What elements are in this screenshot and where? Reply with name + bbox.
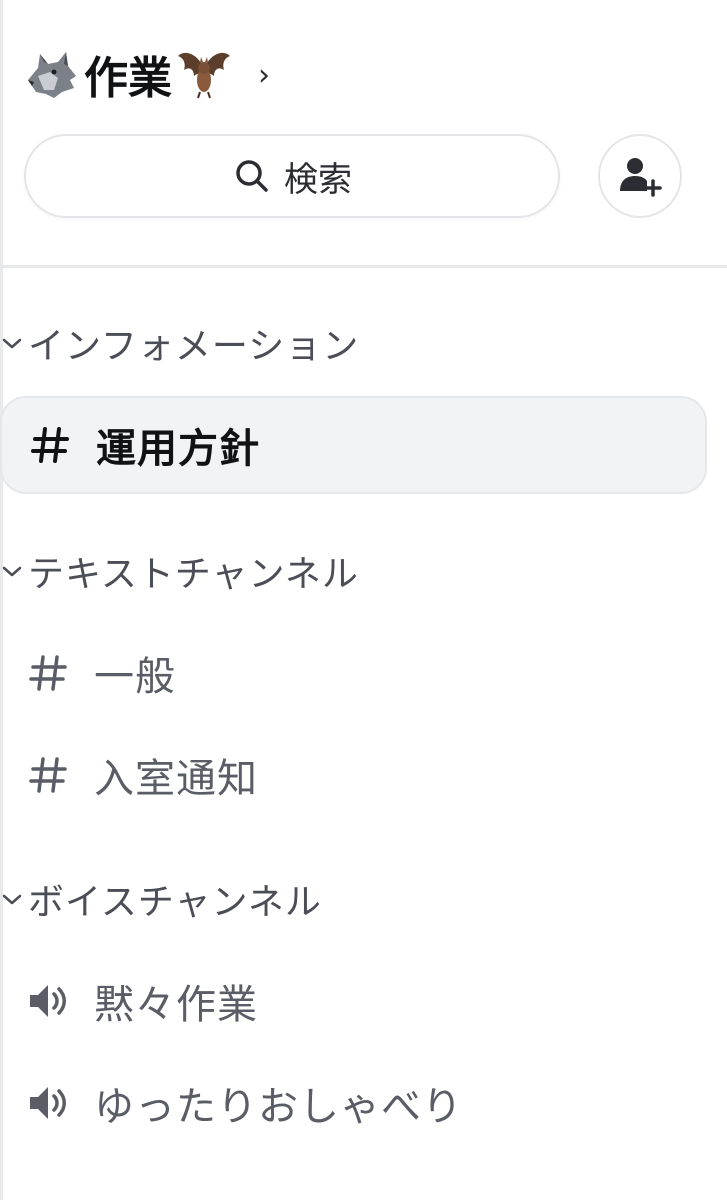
channel-label: 黙々作業 bbox=[94, 982, 258, 1028]
search-icon bbox=[236, 160, 268, 192]
invite-members-button[interactable] bbox=[598, 134, 682, 218]
header-divider bbox=[0, 265, 727, 268]
bat-emoji-icon bbox=[178, 52, 230, 99]
hash-icon bbox=[24, 751, 72, 799]
chevron-down-icon bbox=[2, 338, 22, 349]
channel-unyou-houshin[interactable]: 運用方針 bbox=[0, 396, 707, 494]
channel-yuttari-oshaberi[interactable]: ゆったりおしゃべり bbox=[0, 1054, 707, 1152]
search-row: 検索 bbox=[24, 134, 682, 218]
hash-icon bbox=[26, 421, 74, 469]
chevron-down-icon bbox=[2, 894, 22, 905]
server-title: 作業 bbox=[84, 53, 172, 104]
search-button[interactable]: 検索 bbox=[24, 134, 560, 218]
server-name[interactable]: 作業 bbox=[24, 42, 232, 106]
server-chevron-icon[interactable]: › bbox=[258, 61, 270, 91]
category-information[interactable]: インフォメーション bbox=[0, 318, 359, 368]
category-label: インフォメーション bbox=[28, 326, 360, 367]
category-label: ボイスチャンネル bbox=[28, 882, 322, 923]
hash-icon bbox=[24, 649, 72, 697]
channel-label: 入室通知 bbox=[94, 756, 258, 802]
channel-label: 運用方針 bbox=[96, 426, 260, 472]
category-label: テキストチャンネル bbox=[28, 554, 359, 595]
wolf-emoji-icon bbox=[28, 52, 76, 98]
channel-mokumoku-sagyou[interactable]: 黙々作業 bbox=[0, 952, 707, 1050]
add-member-icon bbox=[620, 158, 662, 197]
channel-nyuushitsu-tsuuchi[interactable]: 入室通知 bbox=[0, 726, 707, 824]
channel-ippan[interactable]: 一般 bbox=[0, 624, 707, 722]
chevron-down-icon bbox=[2, 566, 22, 577]
server-header[interactable]: 作業 › bbox=[24, 42, 270, 106]
speaker-icon bbox=[24, 977, 72, 1025]
category-voice-channels[interactable]: ボイスチャンネル bbox=[0, 874, 322, 924]
search-label: 検索 bbox=[284, 159, 352, 200]
speaker-icon bbox=[24, 1079, 72, 1127]
category-text-channels[interactable]: テキストチャンネル bbox=[0, 546, 359, 596]
channel-label: ゆったりおしゃべり bbox=[94, 1084, 463, 1130]
channel-label: 一般 bbox=[94, 654, 176, 700]
